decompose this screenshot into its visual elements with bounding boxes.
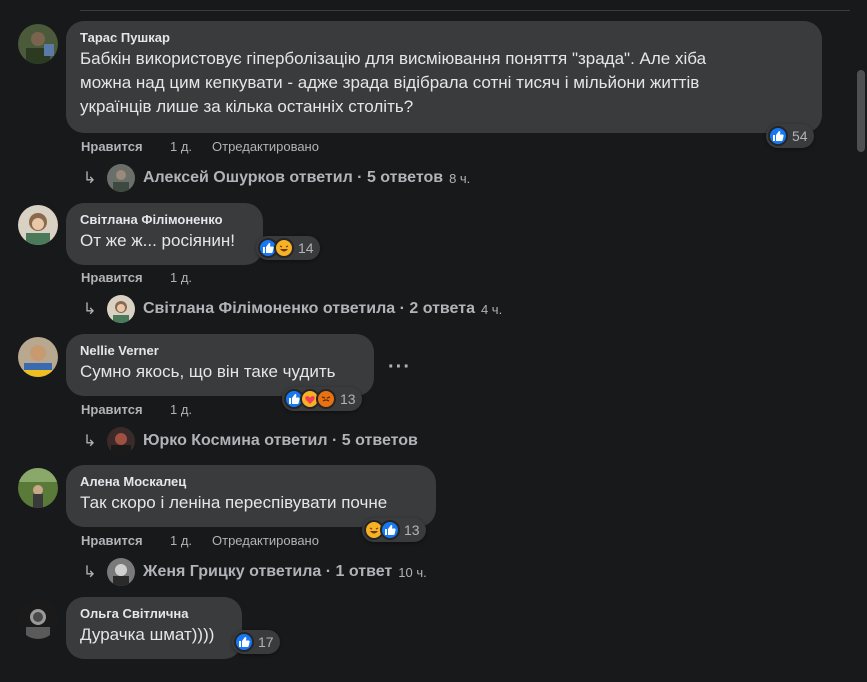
reply-avatar [107,164,135,192]
view-replies[interactable]: ↳ Юрко Космина ответил · 5 ответов [83,427,418,455]
reaction-summary[interactable]: 54 [766,124,814,148]
haha-icon [274,238,294,258]
reaction-summary[interactable]: 14 [256,236,320,260]
reaction-count: 13 [340,391,356,407]
comment-author[interactable]: Алена Москалец [80,473,422,491]
view-replies[interactable]: ↳ Женя Грицку ответила · 1 ответ 10 ч. [83,558,427,586]
comment-text: Так скоро і леніна переспівувати почне [80,493,388,512]
like-button[interactable]: Нравится [81,533,143,548]
comment-text: Сумно якось, що він таке чудить [80,362,336,381]
reply-author-text[interactable]: Юрко Космина ответил · 5 ответов [143,432,418,450]
reply-author-text[interactable]: Женя Грицку ответила · 1 ответ [143,563,392,581]
reply-author-text[interactable]: Світлана Філімоненко ответила · 2 ответа [143,300,475,318]
scrollbar[interactable] [855,0,867,682]
reply-time: 8 ч. [449,170,471,186]
reaction-summary[interactable]: 13 [362,518,426,542]
comment-author[interactable]: Nellie Verner [80,342,360,360]
avatar[interactable] [18,205,58,245]
reply-author-text[interactable]: Алексей Ошурков ответил · 5 ответов [143,169,443,187]
reply-arrow-icon: ↳ [83,170,97,187]
comment-bubble: Світлана Філімоненко От же ж... росіянин… [66,203,263,265]
reaction-summary[interactable]: 13 [282,387,362,411]
like-button[interactable]: Нравится [81,270,143,285]
reply-avatar [107,295,135,323]
like-icon [380,520,400,540]
comment-actions: Нравится 1 д. [81,270,192,285]
comment-text: українців лише за кілька останніх століт… [80,97,414,116]
comment-actions: Нравится 1 д. Отредактировано [81,533,319,548]
reply-time: 4 ч. [480,301,503,317]
edited-label: Отредактировано [212,139,319,154]
reaction-count: 17 [258,634,274,650]
avatar[interactable] [18,24,58,64]
comment-time[interactable]: 1 д. [170,533,192,548]
scrollbar-thumb[interactable] [857,70,865,152]
like-button[interactable]: Нравится [81,139,143,154]
reply-arrow-icon: ↳ [83,433,97,450]
comment-actions: Нравится 1 д. [81,402,192,417]
like-icon [234,632,254,652]
like-icon [768,126,788,146]
like-button[interactable]: Нравится [81,402,143,417]
reaction-count: 13 [404,522,420,538]
comment-text: От же ж... росіянин! [80,231,235,250]
comment-time[interactable]: 1 д. [170,139,192,154]
reaction-count: 54 [792,128,808,144]
comment-author[interactable]: Тарас Пушкар [80,29,808,47]
comment-author[interactable]: Світлана Філімоненко [80,211,249,229]
comment-bubble: Ольга Світлична Дурачка шмат)))) [66,597,242,659]
avatar[interactable] [18,468,58,508]
reply-avatar [107,427,135,455]
reply-avatar [107,558,135,586]
comment-actions: Нравится 1 д. Отредактировано [81,139,319,154]
comment-text: можна над цим кепкувати - адже зрада від… [80,73,700,92]
comment-text: Дурачка шмат)))) [80,625,215,644]
comment-text: Бабкін використовує гіперболізацію для в… [80,49,707,68]
comment-author[interactable]: Ольга Світлична [80,605,228,623]
comment-time[interactable]: 1 д. [170,402,192,417]
comment-bubble: Тарас Пушкар Бабкін використовує гіпербо… [66,21,822,133]
avatar[interactable] [18,337,58,377]
reply-arrow-icon: ↳ [83,301,97,318]
more-options-button[interactable]: ··· [388,356,411,379]
view-replies[interactable]: ↳ Світлана Філімоненко ответила · 2 отве… [83,295,502,323]
avatar[interactable] [18,599,58,639]
edited-label: Отредактировано [212,533,319,548]
comment-time[interactable]: 1 д. [170,270,192,285]
view-replies[interactable]: ↳ Алексей Ошурков ответил · 5 ответов 8 … [83,164,470,192]
reaction-summary[interactable]: 17 [232,630,280,654]
reply-arrow-icon: ↳ [83,564,97,581]
reaction-count: 14 [298,240,314,256]
angry-icon [316,389,336,409]
top-divider [80,10,850,11]
reply-time: 10 ч. [398,564,427,580]
